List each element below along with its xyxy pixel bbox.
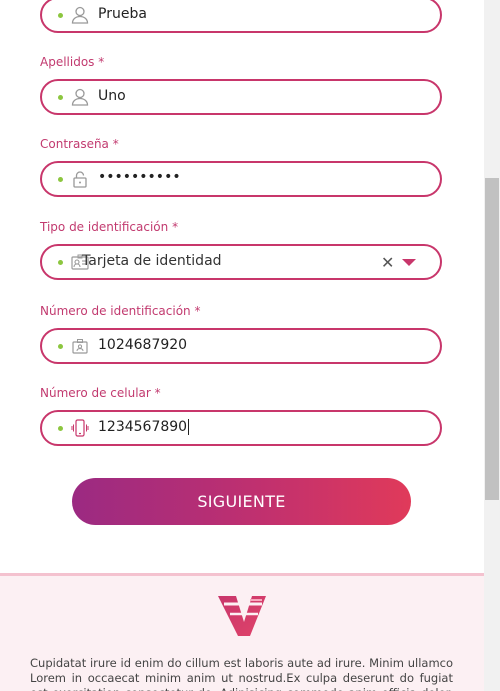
phone-label: Número de celular *: [40, 386, 161, 400]
status-dot: [58, 13, 63, 18]
phone-field[interactable]: 1234567890: [40, 410, 442, 446]
phone-value: 1234567890: [98, 419, 190, 435]
brand-logo-icon: [216, 592, 268, 640]
id-number-field[interactable]: 1024687920: [40, 328, 442, 364]
footer: Cupidatat irure id enim do cillum est la…: [0, 573, 484, 691]
user-icon: [70, 5, 90, 25]
first-name-field[interactable]: Prueba: [40, 0, 442, 33]
page-scrollbar[interactable]: [484, 0, 500, 691]
footer-description: Cupidatat irure id enim do cillum est la…: [30, 656, 453, 691]
id-type-value: Tarjeta de identidad: [82, 253, 222, 269]
id-number-value: 1024687920: [98, 337, 188, 353]
id-type-label: Tipo de identificación *: [40, 220, 179, 234]
password-label: Contraseña *: [40, 137, 119, 151]
lock-icon: [70, 169, 90, 189]
mobile-phone-icon: [70, 418, 90, 438]
chevron-down-icon[interactable]: [402, 259, 416, 266]
last-name-value: Uno: [98, 88, 126, 104]
phone-value-text: 1234567890: [98, 419, 188, 435]
password-field[interactable]: ••••••••••: [40, 161, 442, 197]
status-dot: [58, 260, 63, 265]
last-name-label: Apellidos *: [40, 55, 105, 69]
text-cursor: [188, 419, 190, 435]
scrollbar-thumb[interactable]: [485, 178, 499, 500]
user-icon: [70, 87, 90, 107]
next-button[interactable]: SIGUIENTE: [72, 478, 411, 525]
id-badge-icon: [70, 336, 90, 356]
status-dot: [58, 344, 63, 349]
first-name-value: Prueba: [98, 6, 147, 22]
status-dot: [58, 95, 63, 100]
status-dot: [58, 177, 63, 182]
status-dot: [58, 426, 63, 431]
id-type-select[interactable]: Tarjeta de identidad ✕: [40, 244, 442, 280]
last-name-field[interactable]: Uno: [40, 79, 442, 115]
registration-form-page: Prueba Apellidos * Uno Contraseña * ••••…: [0, 0, 484, 691]
id-number-label: Número de identificación *: [40, 304, 201, 318]
password-value: ••••••••••: [98, 169, 181, 185]
clear-selection-icon[interactable]: ✕: [381, 254, 394, 272]
